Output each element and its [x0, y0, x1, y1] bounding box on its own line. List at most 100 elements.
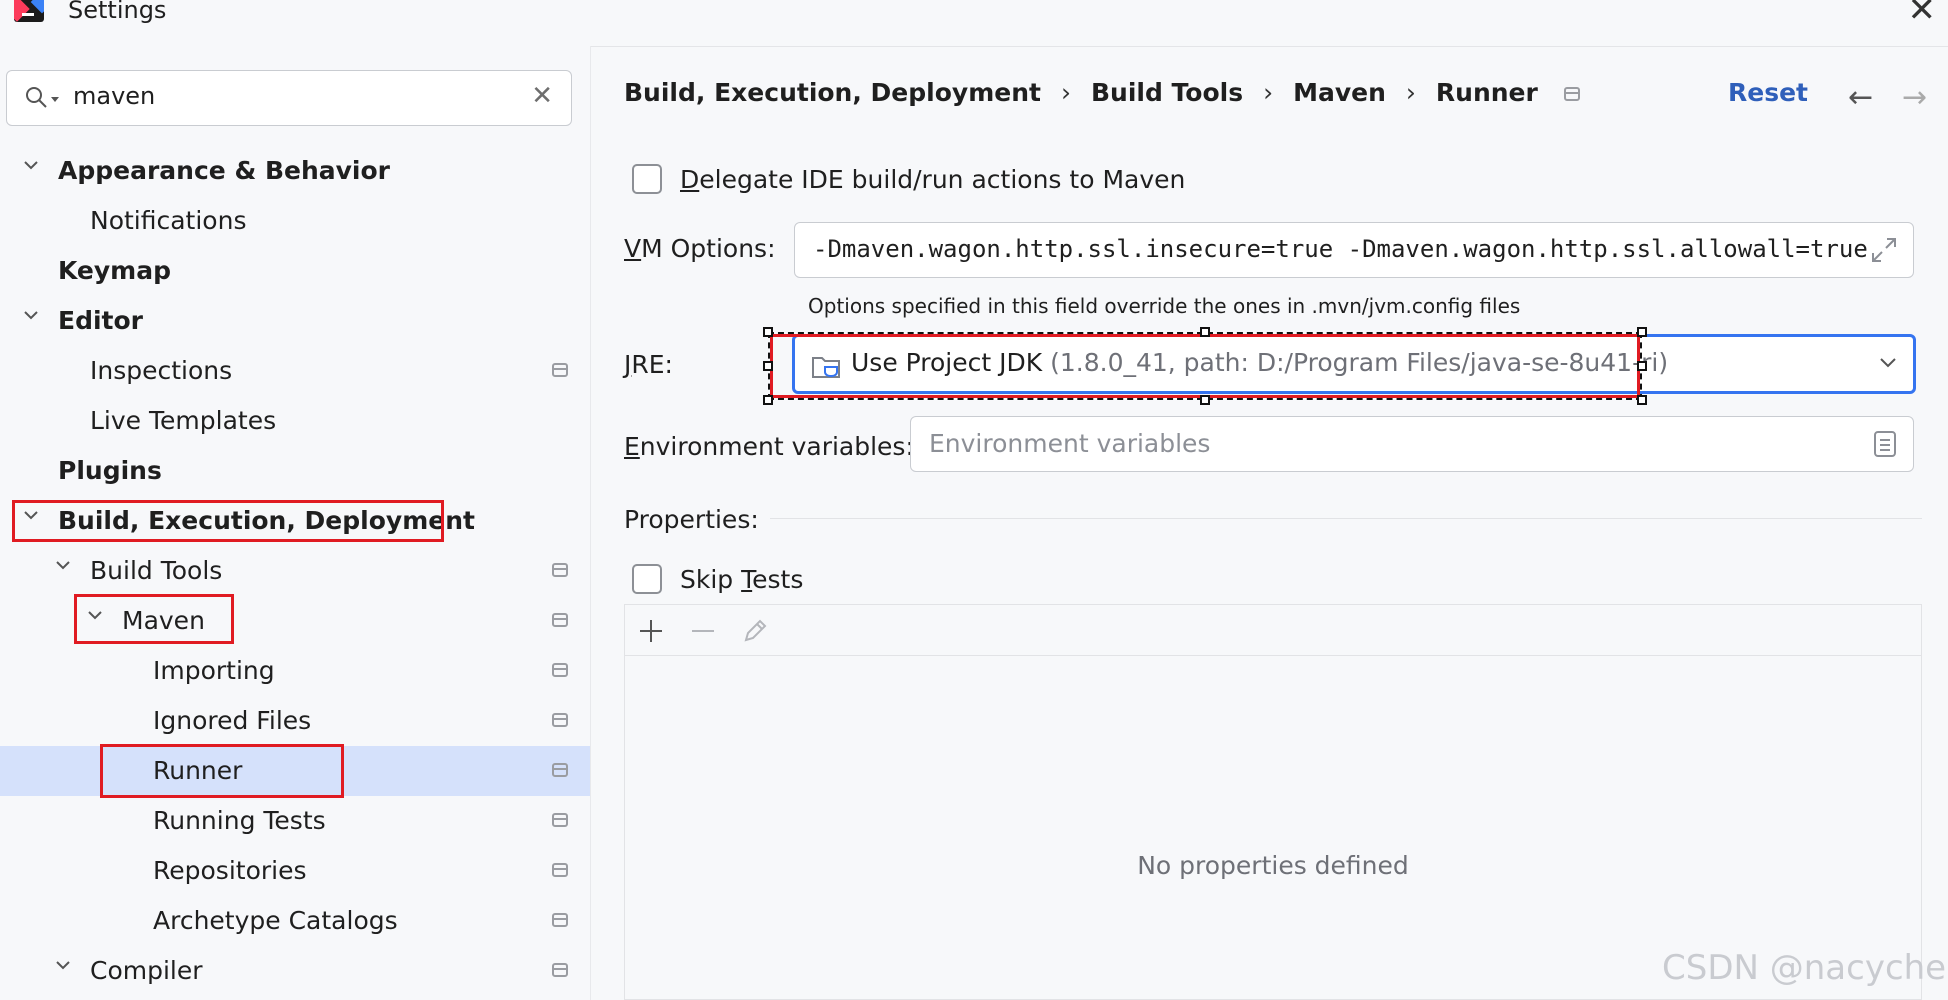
tree-item-compiler[interactable]: Compiler	[0, 946, 590, 996]
tree-item-repositories[interactable]: Repositories	[0, 846, 590, 896]
title-bar: Settings ✕	[0, 0, 1948, 47]
jre-selected-value: Use Project JDK (1.8.0_41, path: D:/Prog…	[851, 348, 1668, 377]
tree-item-runner[interactable]: Runner	[0, 746, 590, 796]
project-scope-icon	[552, 913, 568, 927]
tree-label: Archetype Catalogs	[153, 906, 398, 935]
chevron-down-icon[interactable]	[24, 158, 38, 172]
search-field[interactable]: maven ✕	[6, 70, 572, 126]
project-scope-icon	[1563, 87, 1580, 101]
label-text: nvironment variables:	[639, 432, 914, 461]
add-icon[interactable]	[635, 615, 667, 647]
breadcrumb-item[interactable]: Build Tools	[1091, 78, 1243, 107]
tree-item-build-execution-deployment[interactable]: Build, Execution, Deployment	[0, 496, 590, 546]
chevron-down-icon[interactable]	[56, 558, 70, 572]
tree-item-running-tests[interactable]: Running Tests	[0, 796, 590, 846]
tree-item-maven[interactable]: Maven	[0, 596, 590, 646]
env-vars-field[interactable]: Environment variables	[910, 416, 1914, 472]
project-scope-icon	[552, 963, 568, 977]
tree-item-appearance[interactable]: Appearance & Behavior	[0, 146, 590, 196]
forward-arrow-icon[interactable]: →	[1902, 80, 1927, 115]
vm-options-hint: Options specified in this field override…	[808, 294, 1521, 318]
tree-item-notifications[interactable]: Notifications	[0, 196, 590, 246]
annotation-handle	[1637, 361, 1647, 371]
project-scope-icon	[552, 613, 568, 627]
breadcrumb: Build, Execution, Deployment › Build Tools…	[624, 78, 1580, 107]
back-arrow-icon[interactable]: ←	[1848, 80, 1873, 115]
annotation-handle	[1200, 395, 1210, 405]
jre-select[interactable]: Use Project JDK (1.8.0_41, path: D:/Prog…	[792, 334, 1916, 394]
mnemonic: E	[624, 432, 640, 461]
chevron-down-icon[interactable]	[1879, 357, 1897, 369]
tree-item-archetype-catalogs[interactable]: Archetype Catalogs	[0, 896, 590, 946]
chevron-down-icon[interactable]	[24, 308, 38, 322]
delegate-checkbox[interactable]	[632, 164, 662, 194]
vm-options-input[interactable]: -Dmaven.wagon.http.ssl.insecure=true -Dm…	[813, 235, 1868, 263]
window-title: Settings	[68, 0, 167, 24]
tree-label: Keymap	[58, 256, 172, 285]
annotation-handle	[1637, 395, 1647, 405]
breadcrumb-separator: ›	[1405, 78, 1416, 107]
breadcrumb-item[interactable]: Maven	[1293, 78, 1386, 107]
chevron-down-icon[interactable]	[24, 508, 38, 522]
breadcrumb-separator: ›	[1060, 78, 1071, 107]
mnemonic: D	[680, 165, 700, 194]
project-scope-icon	[552, 813, 568, 827]
project-scope-icon	[552, 363, 568, 377]
search-options-chevron-icon[interactable]	[51, 97, 59, 102]
properties-toolbar	[625, 605, 1921, 656]
breadcrumb-item-current: Runner	[1435, 78, 1538, 107]
mnemonic: V	[624, 234, 642, 263]
chevron-down-icon[interactable]	[88, 608, 102, 622]
search-icon	[26, 87, 47, 108]
label-text: M Options:	[641, 234, 776, 263]
browse-document-icon[interactable]	[1873, 430, 1897, 458]
skip-tests-label[interactable]: Skip Tests	[680, 565, 803, 594]
breadcrumb-separator: ›	[1263, 78, 1274, 107]
tree-item-editor[interactable]: Editor	[0, 296, 590, 346]
search-input[interactable]: maven	[73, 82, 155, 110]
annotation-handle	[1200, 327, 1210, 337]
tree-item-inspections[interactable]: Inspections	[0, 346, 590, 396]
env-vars-placeholder: Environment variables	[929, 429, 1211, 458]
delegate-label[interactable]: Delegate IDE build/run actions to Maven	[680, 165, 1185, 194]
tree-item-ignored-files[interactable]: Ignored Files	[0, 696, 590, 746]
vm-options-field[interactable]: -Dmaven.wagon.http.ssl.insecure=true -Dm…	[794, 222, 1914, 278]
label-text: ests	[752, 565, 804, 594]
reset-link[interactable]: Reset	[1728, 78, 1808, 107]
tree-item-keymap[interactable]: Keymap	[0, 246, 590, 296]
label-text: RE:	[631, 350, 673, 379]
properties-table: No properties defined	[624, 604, 1922, 1000]
breadcrumb-item[interactable]: Build, Execution, Deployment	[624, 78, 1041, 107]
tree-label: Runner	[153, 756, 243, 785]
settings-sidebar: maven ✕ Appearance & Behavior Notificati…	[0, 46, 591, 1000]
tree-label: Plugins	[58, 456, 162, 485]
tree-item-live-templates[interactable]: Live Templates	[0, 396, 590, 446]
label-text: Skip	[680, 565, 742, 594]
tree-label: Importing	[153, 656, 275, 685]
tree-label: Compiler	[90, 956, 203, 985]
tree-label: Notifications	[90, 206, 247, 235]
annotation-handle	[763, 395, 773, 405]
tree-item-plugins[interactable]: Plugins	[0, 446, 590, 496]
remove-icon[interactable]	[687, 615, 719, 647]
edit-icon[interactable]	[739, 615, 771, 647]
tree-item-importing[interactable]: Importing	[0, 646, 590, 696]
mnemonic: T	[741, 565, 753, 594]
project-scope-icon	[552, 713, 568, 727]
properties-label: Properties:	[624, 505, 759, 534]
jre-label: JRE:	[624, 350, 673, 379]
tree-item-build-tools[interactable]: Build Tools	[0, 546, 590, 596]
tree-label: Live Templates	[90, 406, 277, 435]
clear-search-icon[interactable]: ✕	[531, 81, 553, 111]
close-window-button[interactable]: ✕	[1908, 0, 1937, 30]
env-vars-label: Environment variables:	[624, 432, 914, 461]
annotation-handle	[1637, 327, 1647, 337]
tree-label: Ignored Files	[153, 706, 312, 735]
divider	[770, 518, 1922, 519]
expand-icon[interactable]	[1869, 235, 1899, 265]
jre-main-text: Use Project JDK	[851, 348, 1043, 377]
chevron-down-icon[interactable]	[56, 958, 70, 972]
tree-label: Editor	[58, 306, 143, 335]
skip-tests-checkbox[interactable]	[632, 564, 662, 594]
jdk-folder-icon	[812, 357, 840, 378]
